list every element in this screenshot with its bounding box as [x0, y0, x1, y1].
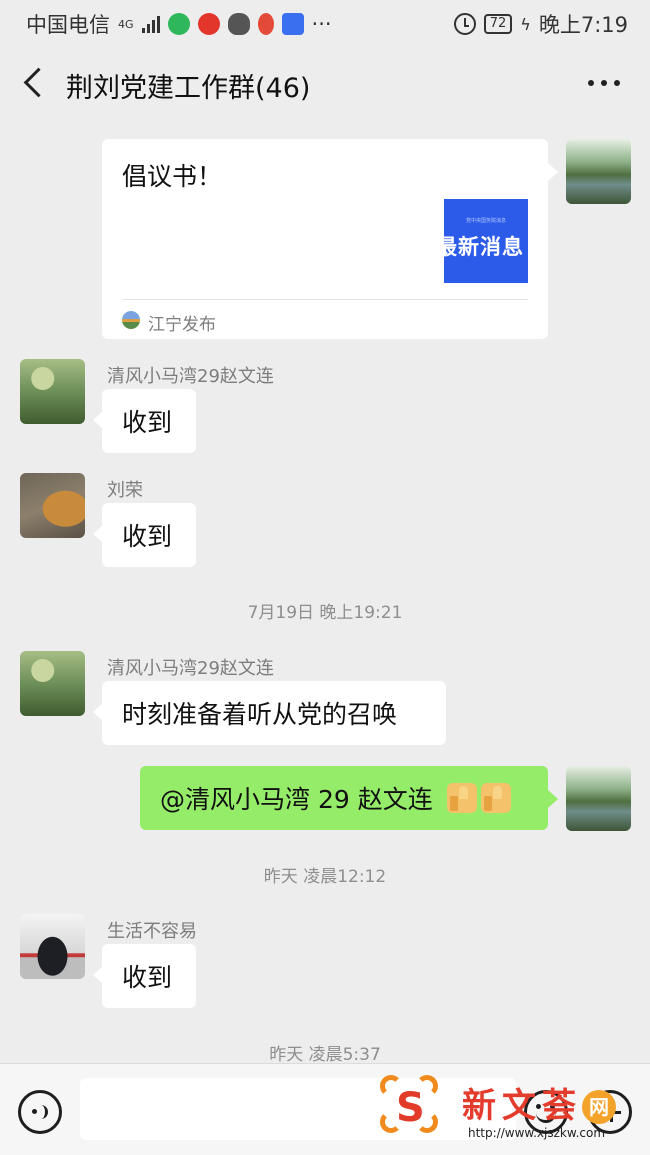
article-source: 江宁发布	[148, 315, 216, 335]
timestamp: 7月19日 晚上19:21	[247, 603, 403, 623]
baidu-icon	[281, 13, 304, 35]
more-options-icon[interactable]	[588, 80, 620, 86]
voice-input-icon[interactable]	[18, 1090, 62, 1134]
sender-name: 清风小马湾29赵文连	[107, 658, 274, 679]
network-indicator: 4G	[118, 17, 134, 31]
message-bubble[interactable]: 收到	[93, 389, 196, 453]
message-text: 收到	[122, 963, 173, 992]
message-text: @清风小马湾 29 赵文连	[160, 785, 433, 814]
status-bar: 中国电信 4G ··· 72 ϟ 晚上7:19	[0, 0, 650, 44]
watermark-logo-icon: S	[380, 1075, 446, 1141]
qq-icon	[227, 13, 250, 35]
watermark-brand: 新文荟网	[462, 1078, 616, 1127]
message-text: 收到	[122, 408, 173, 437]
thumbnail-headline: 最新消息	[444, 235, 524, 259]
chat-title: 荆刘党建工作群(46)	[66, 73, 311, 104]
thumbnail-caption: 党中央国务院消息	[465, 218, 506, 224]
avatar[interactable]	[20, 359, 85, 424]
article-thumbnail: 党中央国务院消息 最新消息	[444, 199, 528, 283]
tencent-video-icon	[167, 13, 190, 35]
news-app-icon	[197, 13, 220, 35]
timestamp: 昨天 凌晨5:37	[269, 1045, 381, 1065]
avatar[interactable]	[20, 914, 85, 979]
message-input[interactable]	[80, 1078, 516, 1140]
chat-header: 荆刘党建工作群(46)	[0, 44, 650, 122]
sender-name: 刘荣	[107, 480, 143, 501]
more-notifications-icon: ···	[311, 12, 332, 36]
charging-icon: ϟ	[520, 14, 531, 34]
shared-article-card[interactable]: 倡议书！ 党中央国务院消息 最新消息 江宁发布	[102, 139, 558, 339]
watermark-brand-text: 新文荟	[462, 1086, 582, 1126]
signal-icon	[141, 15, 160, 33]
sender-name: 清风小马湾29赵文连	[107, 366, 274, 387]
card-divider	[122, 299, 528, 300]
my-avatar[interactable]	[566, 766, 631, 831]
article-title: 倡议书！	[122, 162, 223, 191]
carrier-label: 中国电信	[26, 13, 110, 37]
map-pin-icon	[257, 13, 274, 35]
back-arrow-icon[interactable]	[20, 66, 50, 102]
clock-time: 晚上7:19	[538, 13, 628, 37]
message-bubble[interactable]: 时刻准备着听从党的召唤	[93, 681, 446, 745]
message-text: 收到	[122, 522, 173, 551]
thumbs-up-emoji-pair	[446, 783, 511, 813]
source-logo-icon	[122, 311, 140, 329]
sender-name: 生活不容易	[107, 921, 197, 942]
watermark-url: http://www.xjszkw.com	[468, 1126, 606, 1140]
message-bubble[interactable]: 收到	[93, 503, 196, 567]
my-message-bubble[interactable]: @清风小马湾 29 赵文连	[140, 766, 558, 830]
my-avatar[interactable]	[566, 139, 631, 204]
avatar[interactable]	[20, 473, 85, 538]
message-bubble[interactable]: 收到	[93, 944, 196, 1008]
battery-icon: 72	[483, 14, 513, 34]
thumbs-up-icon	[480, 783, 511, 813]
thumbs-up-icon	[446, 783, 477, 813]
message-text: 时刻准备着听从党的召唤	[122, 700, 398, 729]
timestamp: 昨天 凌晨12:12	[263, 867, 387, 887]
avatar[interactable]	[20, 651, 85, 716]
watermark-badge: 网	[582, 1090, 616, 1124]
alarm-icon	[453, 13, 476, 35]
